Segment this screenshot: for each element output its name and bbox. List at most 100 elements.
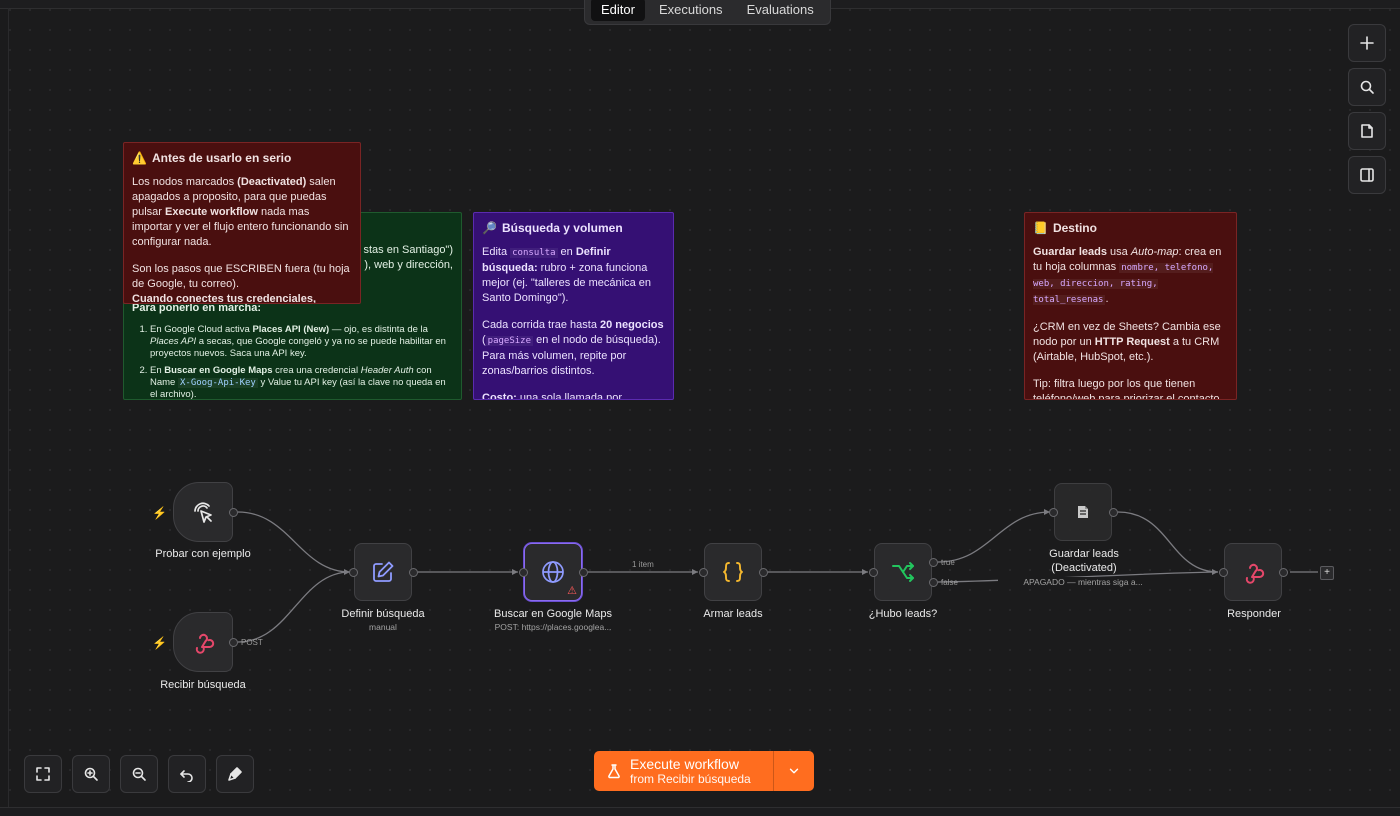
chevron-down-icon: [789, 768, 799, 774]
input-port[interactable]: [349, 568, 358, 577]
sticky-note-search[interactable]: 🔎 Búsqueda y volumen Edita consulta en De…: [473, 212, 674, 400]
toggle-panel-button[interactable]: [1348, 156, 1386, 194]
node-definir-busqueda[interactable]: [354, 543, 412, 601]
node-probar-con-ejemplo[interactable]: [173, 482, 233, 542]
input-port[interactable]: [519, 568, 528, 577]
fit-view-button[interactable]: [24, 755, 62, 793]
trigger-bolt-icon: ⚡: [152, 636, 167, 650]
tab-executions[interactable]: Executions: [649, 0, 733, 21]
step2-text-c: crea una credencial: [272, 365, 361, 376]
output-port[interactable]: [759, 568, 768, 577]
output-port[interactable]: [579, 568, 588, 577]
zoom-in-button[interactable]: [72, 755, 110, 793]
step2-text-a: En: [150, 365, 165, 376]
dest-p2-b: HTTP Request: [1094, 336, 1170, 348]
execute-title: Execute workflow: [630, 755, 739, 772]
port-label-false: false: [941, 578, 958, 587]
pointer-click-icon: [194, 502, 212, 523]
node-label: Responder: [1227, 608, 1281, 620]
execute-main[interactable]: Execute workflow from Recibir búsqueda: [594, 751, 773, 791]
tab-editor[interactable]: Editor: [591, 0, 645, 21]
node-subtitle: POST: https://places.googlea...: [494, 622, 612, 632]
plus-icon: [1360, 36, 1374, 50]
sticky-note-warning[interactable]: ⚠️ Antes de usarlo en serio Los nodos mar…: [123, 142, 361, 304]
output-port[interactable]: [229, 638, 238, 647]
execute-workflow-button[interactable]: Execute workflow from Recibir búsqueda: [594, 751, 814, 791]
code-braces-icon: [723, 562, 743, 582]
dest-p1-c: Auto-map: [1130, 246, 1179, 258]
tab-evaluations[interactable]: Evaluations: [737, 0, 824, 21]
connections: [237, 509, 1318, 643]
step1-text-c: — ojo, es distinta de la: [329, 324, 428, 335]
input-port[interactable]: [1219, 568, 1228, 577]
destination-paragraph-3: Tip: filtra luego por los que tienen tel…: [1033, 378, 1223, 400]
search-title: Búsqueda y volumen: [501, 221, 623, 235]
zoom-out-icon: [132, 767, 146, 781]
webhook-icon: [195, 633, 215, 654]
wire-probar-definir: [237, 511, 351, 573]
sticky-note-icon: [1361, 124, 1373, 138]
output-port[interactable]: [229, 508, 238, 517]
node-armar-leads[interactable]: [704, 543, 762, 601]
tidy-up-icon: [228, 767, 242, 781]
search-p3-a: Costo:: [482, 392, 517, 400]
search-p2-b: 20 negocios: [600, 319, 664, 331]
add-next-node-button[interactable]: +: [1320, 566, 1334, 580]
ledger-emoji-icon: 📒: [1033, 221, 1048, 235]
destination-paragraph-2: ¿CRM en vez de Sheets? Cambia ese nodo p…: [1033, 320, 1228, 365]
step1-text-b: Places API (New): [252, 324, 330, 335]
search-title-row: 🔎 Búsqueda y volumen: [482, 221, 665, 236]
arrow-buscar: [512, 569, 518, 575]
sticky-note-destination[interactable]: 📒 Destino Guardar leads usa Auto-map: cre…: [1024, 212, 1237, 400]
output-port[interactable]: [409, 568, 418, 577]
arrow-responder: [1212, 569, 1218, 575]
globe-icon: [542, 561, 564, 583]
add-node-button[interactable]: [1348, 24, 1386, 62]
destination-title-row: 📒 Destino: [1033, 221, 1228, 236]
output-port-false[interactable]: [929, 578, 938, 587]
undo-button[interactable]: [168, 755, 206, 793]
search-icon: [1360, 80, 1374, 94]
execute-options-dropdown[interactable]: [773, 751, 814, 791]
warning-title-row: ⚠️ Antes de usarlo en serio: [132, 151, 352, 166]
tidy-up-button[interactable]: [216, 755, 254, 793]
setup-step-1: En Google Cloud activa Places API (New) …: [150, 324, 453, 360]
arrow-hubo: [862, 569, 868, 575]
branch-switch-icon: [892, 562, 914, 582]
search-nodes-button[interactable]: [1348, 68, 1386, 106]
panel-icon: [1360, 168, 1374, 182]
left-edge: [0, 8, 9, 807]
search-paragraph-1: Edita consulta en Definir búsqueda: rubr…: [482, 245, 665, 306]
zoom-in-icon: [84, 767, 98, 781]
node-buscar-en-google-maps[interactable]: ⚠: [524, 543, 582, 601]
node-label-line-1: Guardar leads: [1049, 548, 1119, 560]
step2-code: X-Goog-Api-Key: [177, 378, 258, 388]
webhook-icon: [1245, 563, 1265, 584]
setup-step-2: En Buscar en Google Maps crea una creden…: [150, 365, 453, 399]
add-sticky-button[interactable]: [1348, 112, 1386, 150]
output-port[interactable]: [1279, 568, 1288, 577]
magnifier-emoji-icon: 🔎: [482, 221, 497, 235]
node-responder[interactable]: [1224, 543, 1282, 601]
zoom-out-button[interactable]: [120, 755, 158, 793]
flask-icon: [608, 764, 620, 779]
node-label: ¿Hubo leads?: [868, 608, 938, 620]
node-recibir-busqueda[interactable]: [173, 612, 233, 672]
node-guardar-leads[interactable]: [1054, 483, 1112, 541]
undo-icon: [180, 770, 193, 782]
output-port-true[interactable]: [929, 558, 938, 567]
node-label: Definir búsqueda: [341, 608, 425, 620]
node-label: Guardar leads (Deactivated): [999, 547, 1169, 575]
input-port[interactable]: [699, 568, 708, 577]
input-port[interactable]: [869, 568, 878, 577]
output-port[interactable]: [1109, 508, 1118, 517]
search-paragraph-3: Costo: una sola llamada por búsqueda: [482, 391, 665, 400]
warning-paragraph-1: Los nodos marcados (Deactivated) salen a…: [132, 175, 352, 250]
warning-paragraph-2: Son los pasos que ESCRIBEN fuera (tu hoj…: [132, 263, 350, 290]
trigger-bolt-icon: ⚡: [152, 506, 167, 520]
node-label: Armar leads: [703, 608, 763, 620]
search-p1-code: consulta: [510, 248, 558, 258]
input-port[interactable]: [1049, 508, 1058, 517]
node-hubo-leads[interactable]: [874, 543, 932, 601]
google-sheets-icon: [1078, 506, 1088, 518]
